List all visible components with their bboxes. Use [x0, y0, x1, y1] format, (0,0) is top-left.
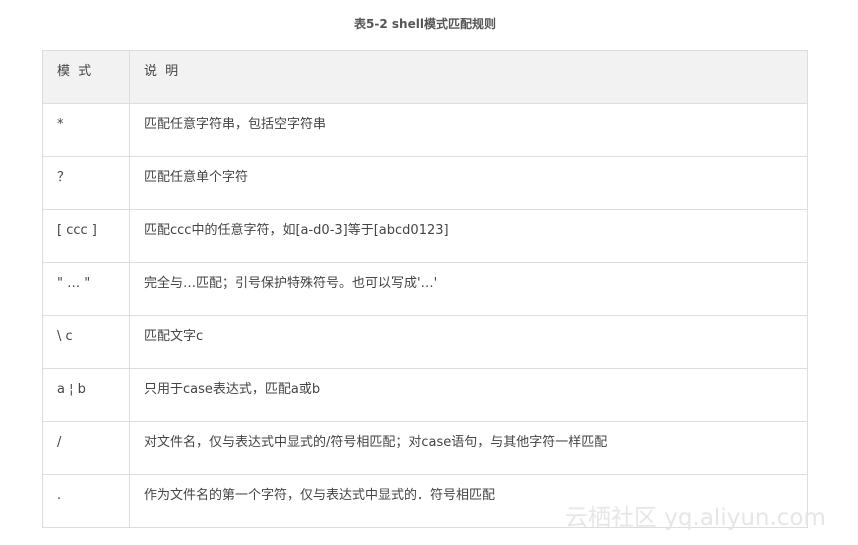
- header-pattern: 模 式: [42, 50, 130, 104]
- description-cell: 匹配任意单个字符: [129, 156, 808, 210]
- table-row: / 对文件名，仅与表达式中显式的/符号相匹配；对case语句，与其他字符一样匹配: [42, 421, 808, 475]
- table-row: \ c 匹配文字c: [42, 315, 808, 369]
- description-cell: 对文件名，仅与表达式中显式的/符号相匹配；对case语句，与其他字符一样匹配: [129, 421, 808, 475]
- pattern-cell: \ c: [42, 315, 130, 369]
- pattern-cell: *: [42, 103, 130, 157]
- pattern-cell: ？: [42, 156, 130, 210]
- description-cell: 只用于case表达式，匹配a或b: [129, 368, 808, 422]
- pattern-cell: [ ccc ]: [42, 209, 130, 263]
- watermark: 云栖社区 yq.aliyun.com: [565, 505, 826, 531]
- description-cell: 匹配文字c: [129, 315, 808, 369]
- pattern-cell: /: [42, 421, 130, 475]
- table-row: * 匹配任意字符串，包括空字符串: [42, 103, 808, 157]
- table-row: [ ccc ] 匹配ccc中的任意字符，如[a-d0-3]等于[abcd0123…: [42, 209, 808, 263]
- table-row: ？ 匹配任意单个字符: [42, 156, 808, 210]
- table-header-row: 模 式 说 明: [42, 50, 808, 104]
- pattern-cell: .: [42, 474, 130, 528]
- header-description: 说 明: [129, 50, 808, 104]
- table-row: a ¦ b 只用于case表达式，匹配a或b: [42, 368, 808, 422]
- description-cell: 匹配任意字符串，包括空字符串: [129, 103, 808, 157]
- pattern-cell: " … ": [42, 262, 130, 316]
- table-row: " … " 完全与…匹配；引号保护特殊符号。也可以写成'…': [42, 262, 808, 316]
- table-caption: 表5-2 shell模式匹配规则: [354, 17, 496, 31]
- description-cell: 匹配ccc中的任意字符，如[a-d0-3]等于[abcd0123]: [129, 209, 808, 263]
- description-cell: 完全与…匹配；引号保护特殊符号。也可以写成'…': [129, 262, 808, 316]
- pattern-rules-table: 模 式 说 明 * 匹配任意字符串，包括空字符串 ？ 匹配任意单个字符 [ cc…: [42, 50, 808, 528]
- pattern-cell: a ¦ b: [42, 368, 130, 422]
